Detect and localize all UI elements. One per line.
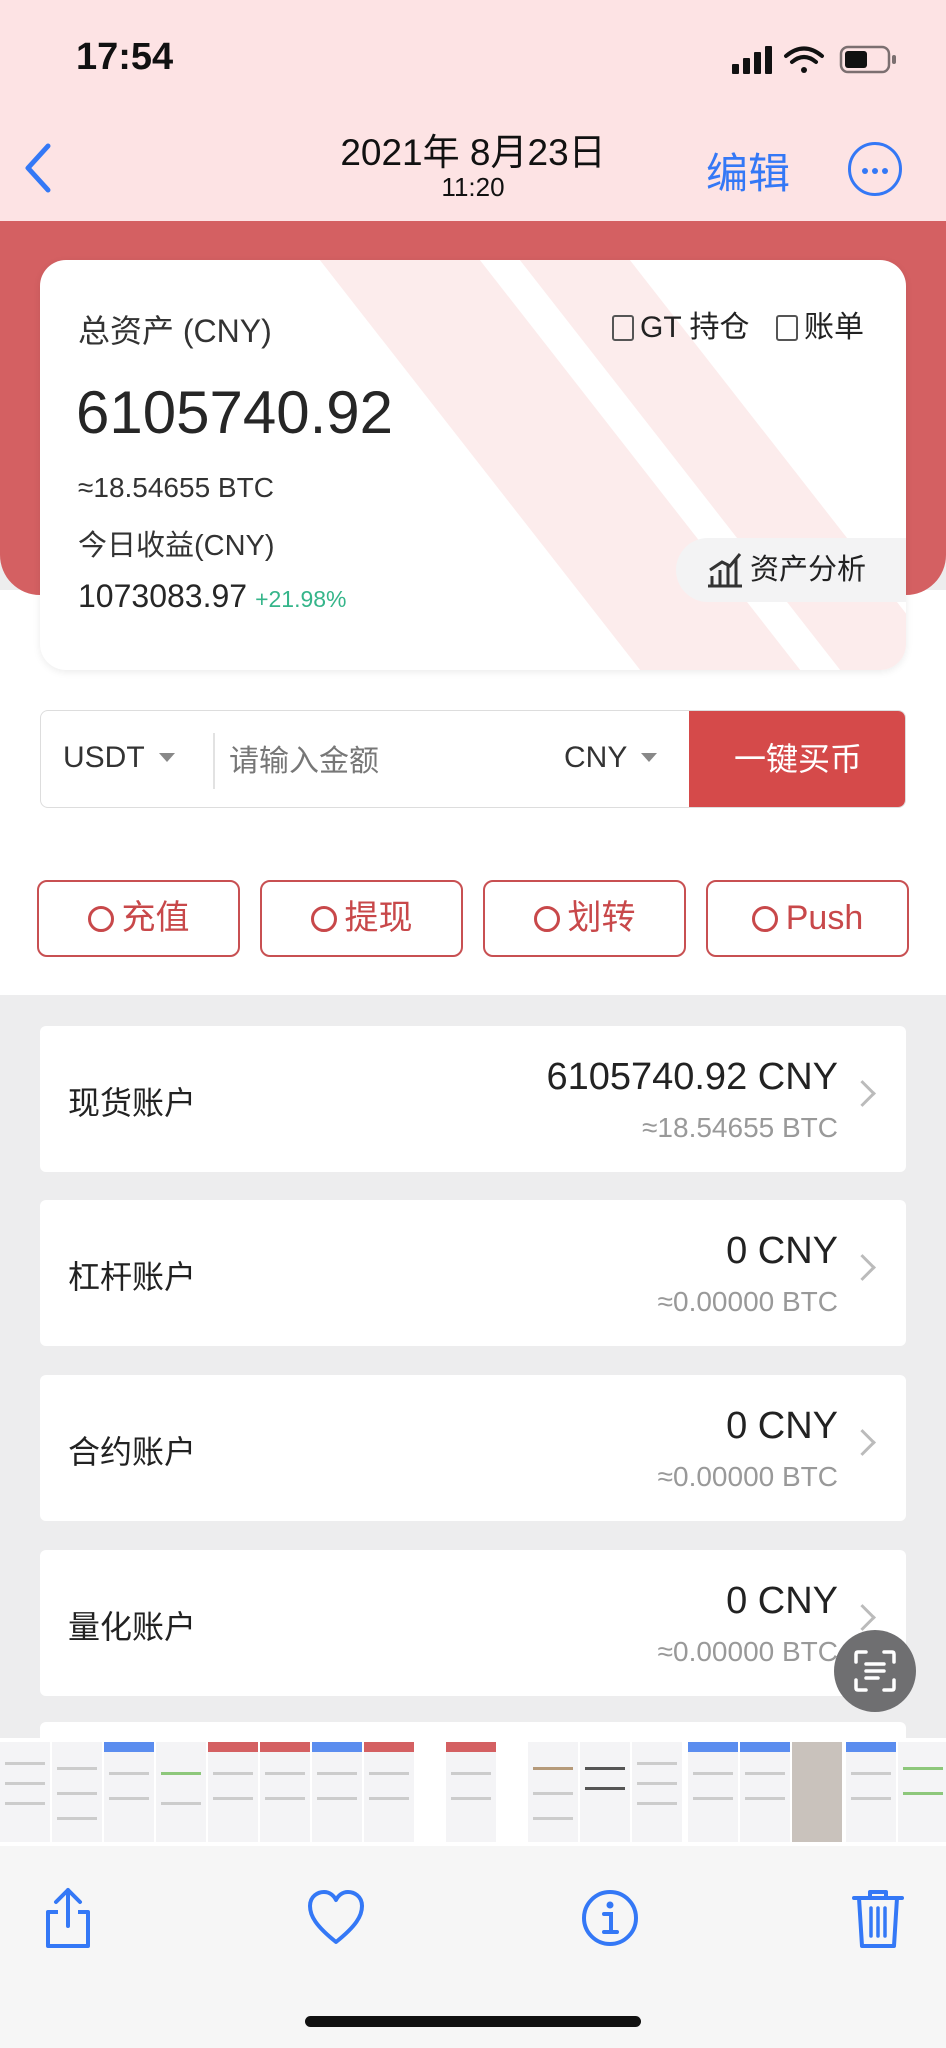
thumbnail[interactable]: [846, 1742, 896, 1842]
caret-down-icon: [641, 753, 658, 762]
quick-buy-box: USDT CNY 一键买币: [40, 710, 906, 808]
account-name: 合约账户: [68, 1434, 197, 1470]
thumbnail[interactable]: [156, 1742, 206, 1842]
account-row-futures[interactable]: 合约账户 0 CNY ≈0.00000 BTC: [40, 1375, 906, 1521]
account-value: 0 CNY: [726, 1230, 838, 1272]
chevron-right-icon: [849, 1080, 876, 1107]
thumbnail[interactable]: [580, 1742, 630, 1842]
transfer-icon: [533, 906, 560, 932]
gt-icon: [612, 315, 634, 341]
deposit-icon: [87, 906, 114, 932]
status-time: 17:54: [76, 36, 174, 78]
total-assets-label: 总资产 (CNY): [78, 313, 272, 349]
trash-icon[interactable]: [848, 1886, 908, 1950]
account-row-spot[interactable]: 现货账户 6105740.92 CNY ≈18.54655 BTC: [40, 1026, 906, 1172]
thumbnail[interactable]: [364, 1742, 414, 1842]
thumbnail[interactable]: [792, 1742, 842, 1842]
transfer-label: 划转: [567, 899, 636, 937]
divider: [213, 733, 215, 789]
thumbnail[interactable]: [688, 1742, 738, 1842]
thumbnail[interactable]: [104, 1742, 154, 1842]
info-icon[interactable]: [580, 1886, 640, 1950]
wifi-icon: [784, 46, 824, 73]
today-earnings-value: 1073083.97: [78, 578, 248, 614]
account-name: 杠杆账户: [68, 1259, 197, 1295]
account-btc-value: ≈0.00000 BTC: [657, 1461, 838, 1492]
share-icon[interactable]: [38, 1886, 98, 1950]
withdraw-button[interactable]: 提现: [260, 880, 463, 957]
nav-date: 2021年 8月23日: [340, 132, 606, 173]
account-row-margin[interactable]: 杠杆账户 0 CNY ≈0.00000 BTC: [40, 1200, 906, 1346]
gt-holdings-label: GT 持仓: [640, 311, 750, 344]
heart-icon[interactable]: [306, 1886, 366, 1950]
one-click-buy-button[interactable]: 一键买币: [689, 711, 905, 807]
total-assets-value: 6105740.92: [76, 379, 393, 446]
withdraw-icon: [310, 906, 337, 932]
account-btc-value: ≈18.54655 BTC: [642, 1112, 838, 1143]
amount-input[interactable]: [227, 733, 531, 791]
status-icons: [732, 45, 896, 74]
more-options-icon[interactable]: [848, 142, 902, 196]
edit-button[interactable]: 编辑: [706, 140, 790, 201]
bill-label: 账单: [804, 311, 864, 344]
thumbnail[interactable]: [52, 1742, 102, 1842]
today-earnings-label: 今日收益(CNY): [78, 530, 275, 562]
thumbnail[interactable]: [740, 1742, 790, 1842]
asset-card: 总资产 (CNY) GT 持仓 账单 6105740.92 ≈18.54655 …: [40, 260, 906, 670]
push-button[interactable]: Push: [706, 880, 909, 957]
account-btc-value: ≈0.00000 BTC: [657, 1636, 838, 1667]
coin-select-value: USDT: [63, 741, 145, 774]
photo-thumbnail-strip[interactable]: [0, 1738, 946, 1846]
fiat-select-value: CNY: [564, 741, 628, 774]
asset-analysis-button[interactable]: 资产分析: [676, 538, 906, 602]
coin-select[interactable]: USDT: [63, 741, 175, 775]
signal-icon: [732, 46, 772, 74]
account-btc-value: ≈0.00000 BTC: [657, 1286, 838, 1317]
live-text-scan-button[interactable]: [834, 1630, 916, 1712]
thumbnail[interactable]: [632, 1742, 682, 1842]
bill-link[interactable]: 账单: [776, 302, 864, 346]
today-earnings: 1073083.97 +21.98%: [78, 578, 347, 615]
push-label: Push: [785, 899, 864, 937]
deposit-label: 充值: [121, 899, 190, 937]
today-earnings-percent: +21.98%: [255, 586, 347, 612]
thumbnail[interactable]: [898, 1742, 946, 1842]
account-value: 0 CNY: [726, 1405, 838, 1447]
scan-text-icon: [854, 1650, 896, 1692]
btc-equivalent: ≈18.54655 BTC: [78, 472, 274, 503]
thumbnail[interactable]: [0, 1742, 50, 1842]
nav-time: 11:20: [441, 172, 505, 202]
account-row-quant[interactable]: 量化账户 0 CNY ≈0.00000 BTC: [40, 1550, 906, 1696]
thumbnail[interactable]: [312, 1742, 362, 1842]
battery-icon: [839, 45, 896, 74]
chevron-right-icon: [849, 1604, 876, 1631]
account-value: 6105740.92 CNY: [546, 1056, 838, 1098]
home-indicator: [305, 2016, 641, 2027]
thumbnail[interactable]: [208, 1742, 258, 1842]
bill-icon: [776, 315, 798, 341]
chevron-right-icon: [849, 1254, 876, 1281]
asset-analysis-label: 资产分析: [750, 554, 867, 586]
thumbnail[interactable]: [446, 1742, 496, 1842]
withdraw-label: 提现: [344, 899, 413, 937]
transfer-button[interactable]: 划转: [483, 880, 686, 957]
push-icon: [751, 906, 778, 932]
gt-holdings-link[interactable]: GT 持仓: [612, 302, 749, 346]
chevron-right-icon: [849, 1429, 876, 1456]
bar-chart-icon: [708, 553, 742, 588]
account-name: 量化账户: [68, 1609, 197, 1645]
thumbnail[interactable]: [260, 1742, 310, 1842]
caret-down-icon: [158, 753, 175, 762]
account-name: 现货账户: [68, 1085, 197, 1121]
fiat-select[interactable]: CNY: [564, 741, 658, 775]
account-value: 0 CNY: [726, 1580, 838, 1622]
thumbnail[interactable]: [528, 1742, 578, 1842]
deposit-button[interactable]: 充值: [37, 880, 240, 957]
